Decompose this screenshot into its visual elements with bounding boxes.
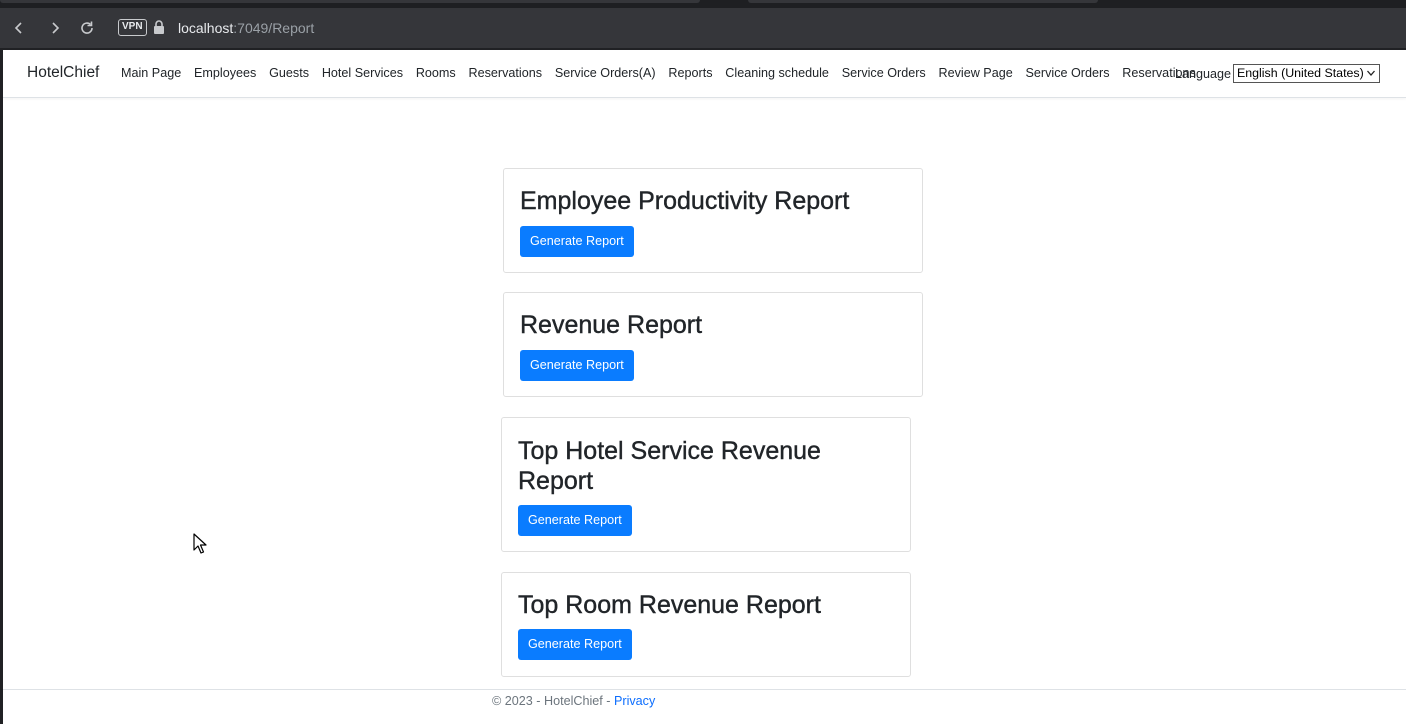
nav-menu: Main Page Employees Guests Hotel Service… [121, 66, 1209, 80]
forward-icon[interactable] [45, 18, 65, 38]
footer-copyright: © 2023 - HotelChief - [492, 694, 614, 708]
site-navbar: HotelChief Main Page Employees Guests Ho… [3, 50, 1406, 98]
nav-item-reports[interactable]: Reports [668, 66, 712, 80]
address-field[interactable]: localhost:7049/Report [178, 19, 314, 37]
nav-item-service-orders[interactable]: Service Orders [842, 66, 926, 80]
browser-tab[interactable] [748, 0, 1098, 3]
mouse-cursor-icon [193, 533, 207, 555]
privacy-link[interactable]: Privacy [614, 694, 655, 708]
report-title: Top Hotel Service Revenue Report [518, 437, 821, 495]
nav-item-reservations[interactable]: Reservations [469, 66, 543, 80]
nav-item-hotel-services[interactable]: Hotel Services [322, 66, 403, 80]
nav-item-service-orders-admin[interactable]: Service Orders(A) [555, 66, 656, 80]
url-host: localhost [178, 20, 234, 36]
nav-item-guests[interactable]: Guests [269, 66, 309, 80]
nav-item-service-orders-2[interactable]: Service Orders [1026, 66, 1110, 80]
nav-item-review-page[interactable]: Review Page [939, 66, 1013, 80]
report-card-top-hotel-service: Top Hotel Service Revenue Report Generat… [501, 417, 911, 552]
lock-icon[interactable] [153, 19, 165, 35]
report-card-employee-productivity: Employee Productivity Report Generate Re… [503, 168, 923, 273]
web-page: HotelChief Main Page Employees Guests Ho… [3, 50, 1406, 724]
report-title: Employee Productivity Report [520, 187, 850, 215]
footer-text: © 2023 - HotelChief - Privacy [492, 694, 655, 708]
report-card-top-room: Top Room Revenue Report Generate Report [501, 572, 911, 677]
language-selected-value: English (United States) [1237, 66, 1364, 80]
back-icon[interactable] [9, 18, 29, 38]
report-title: Revenue Report [520, 311, 703, 339]
language-label: Language [1175, 67, 1232, 81]
chevron-down-icon [1366, 65, 1376, 88]
nav-item-main-page[interactable]: Main Page [121, 66, 181, 80]
generate-report-button[interactable]: Generate Report [520, 350, 634, 381]
report-title: Top Room Revenue Report [518, 591, 821, 619]
generate-report-button[interactable]: Generate Report [518, 505, 632, 536]
vpn-badge[interactable]: VPN [118, 19, 147, 36]
nav-item-rooms[interactable]: Rooms [416, 66, 456, 80]
brand-link[interactable]: HotelChief [27, 64, 99, 82]
url-path: :7049/Report [233, 20, 315, 36]
browser-toolbar: VPN localhost:7049/Report [0, 8, 1406, 48]
report-card-revenue: Revenue Report Generate Report [503, 292, 923, 397]
generate-report-button[interactable]: Generate Report [518, 629, 632, 660]
nav-item-cleaning-schedule[interactable]: Cleaning schedule [725, 66, 829, 80]
browser-tab[interactable] [0, 0, 700, 3]
page-footer: © 2023 - HotelChief - Privacy [3, 689, 1406, 724]
language-select[interactable]: English (United States) [1233, 64, 1380, 83]
nav-item-employees[interactable]: Employees [194, 66, 256, 80]
reload-icon[interactable] [77, 18, 97, 38]
browser-tab-strip [0, 0, 1406, 8]
generate-report-button[interactable]: Generate Report [520, 226, 634, 257]
